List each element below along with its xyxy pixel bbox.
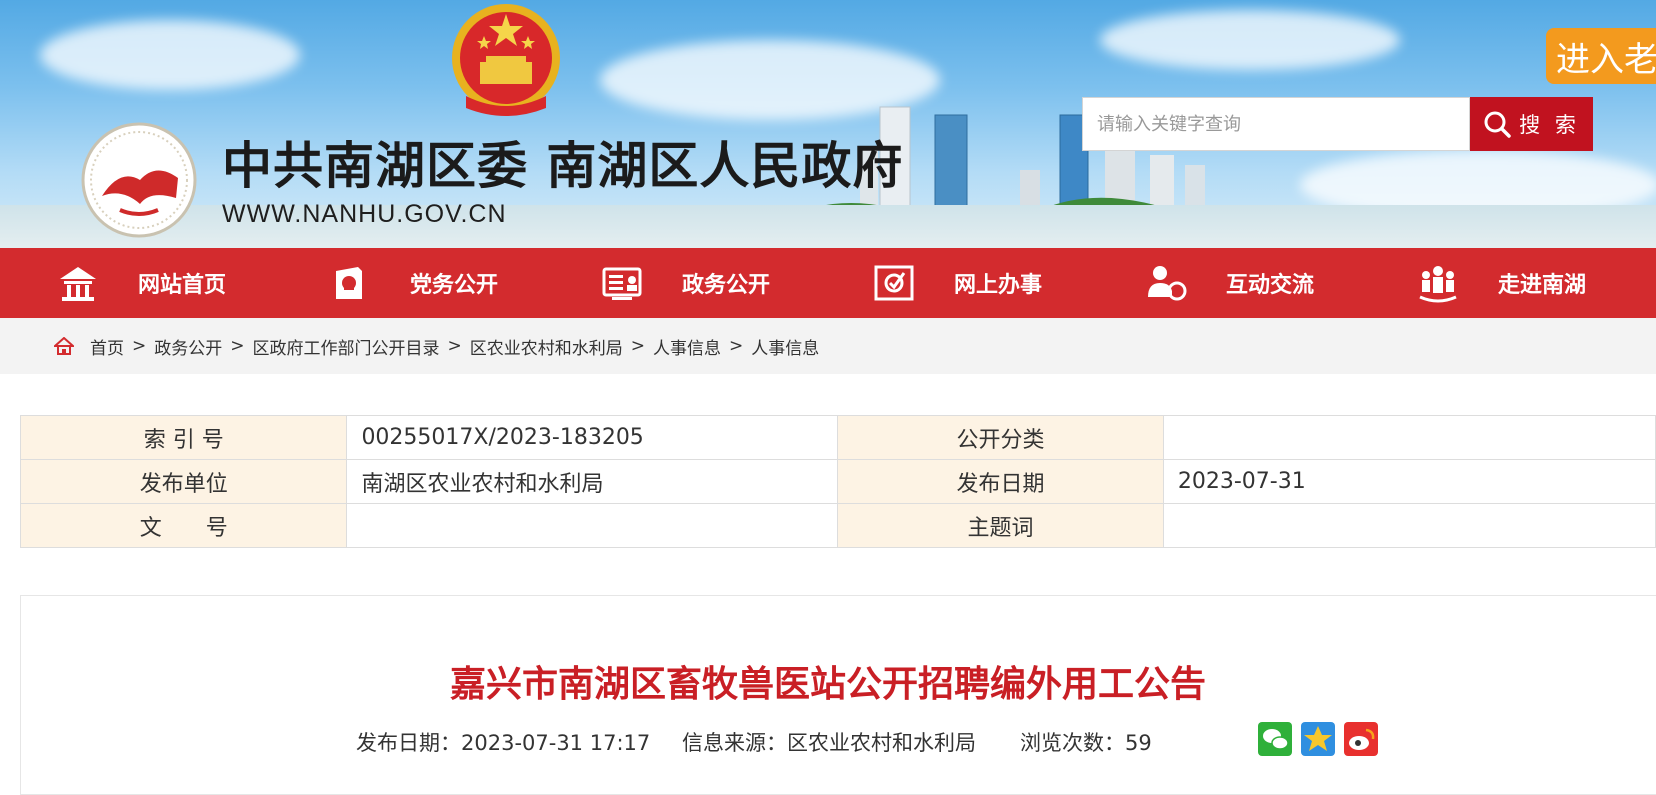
keywords-value bbox=[1162, 503, 1656, 548]
document-info-table: 索 引 号 00255017X/2023-183205 公开分类 发布单位 南湖… bbox=[19, 415, 1656, 548]
search-input[interactable] bbox=[1082, 97, 1470, 151]
nav-item-home[interactable]: 网站首页 bbox=[56, 248, 226, 318]
weibo-icon[interactable] bbox=[1344, 722, 1378, 756]
breadcrumb-link[interactable]: 首页 bbox=[90, 334, 124, 359]
breadcrumb-home-icon bbox=[54, 337, 74, 355]
publish-date-label: 发布日期 bbox=[837, 459, 1164, 504]
online-service-icon bbox=[874, 265, 914, 301]
publisher-label: 发布单位 bbox=[19, 459, 348, 504]
breadcrumb-link[interactable]: 人事信息 bbox=[751, 334, 819, 359]
breadcrumb-separator: > bbox=[132, 336, 147, 356]
wechat-icon[interactable] bbox=[1258, 722, 1292, 756]
article-title: 嘉兴市南湖区畜牧兽医站公开招聘编外用工公告 bbox=[449, 664, 1206, 705]
nav-item-party-affairs[interactable]: 党务公开 bbox=[328, 248, 498, 318]
nav-label: 网站首页 bbox=[138, 273, 227, 298]
search-button-label: 搜 索 bbox=[1519, 113, 1580, 137]
breadcrumb-separator: > bbox=[729, 336, 744, 356]
search-icon bbox=[1484, 111, 1511, 138]
nav-item-online-service[interactable]: 网上办事 bbox=[872, 248, 1042, 318]
table-row: 索 引 号 00255017X/2023-183205 公开分类 bbox=[19, 415, 1656, 460]
category-label: 公开分类 bbox=[837, 415, 1164, 460]
government-affairs-icon bbox=[602, 267, 642, 300]
header-banner: 中共南湖区委 南湖区人民政府 WWW.NANHU.GOV.CN 搜 索 进入老 bbox=[0, 0, 1656, 248]
keywords-label: 主题词 bbox=[837, 503, 1164, 548]
site-url: WWW.NANHU.GOV.CN bbox=[222, 200, 507, 228]
site-title: 中共南湖区委 南湖区人民政府 bbox=[222, 137, 904, 195]
breadcrumb-separator: > bbox=[630, 336, 645, 356]
nav-label: 党务公开 bbox=[410, 273, 499, 298]
breadcrumb-separator: > bbox=[230, 336, 245, 356]
interaction-icon bbox=[1148, 266, 1187, 301]
nav-item-interaction[interactable]: 互动交流 bbox=[1144, 248, 1314, 318]
breadcrumb-link[interactable]: 政务公开 bbox=[154, 334, 222, 359]
nanhu-district-logo bbox=[81, 122, 197, 238]
document-number-value bbox=[346, 503, 839, 548]
people-icon bbox=[1419, 266, 1457, 303]
nav-label: 互动交流 bbox=[1226, 273, 1315, 298]
nav-label: 走进南湖 bbox=[1498, 273, 1587, 298]
nav-label: 网上办事 bbox=[954, 273, 1043, 298]
nav-item-government-affairs[interactable]: 政务公开 bbox=[600, 248, 770, 318]
publish-date-value: 2023-07-31 bbox=[1162, 459, 1656, 504]
cloud-decoration bbox=[1100, 10, 1400, 70]
publisher-value: 南湖区农业农村和水利局 bbox=[346, 459, 839, 504]
table-row: 文 号 主题词 bbox=[19, 503, 1656, 548]
document-number-label: 文 号 bbox=[19, 503, 348, 548]
favorite-star-icon[interactable] bbox=[1301, 722, 1335, 756]
breadcrumb-link[interactable]: 区政府工作部门公开目录 bbox=[253, 334, 440, 359]
category-value bbox=[1162, 415, 1656, 460]
home-icon bbox=[60, 267, 96, 301]
elder-mode-button[interactable]: 进入老 bbox=[1546, 28, 1656, 84]
table-row: 发布单位 南湖区农业农村和水利局 发布日期 2023-07-31 bbox=[19, 459, 1656, 504]
breadcrumb-link[interactable]: 区农业农村和水利局 bbox=[470, 334, 623, 359]
nav-item-about-nanhu[interactable]: 走进南湖 bbox=[1416, 248, 1586, 318]
publish-date-meta: 发布日期：2023-07-31 17:17 bbox=[356, 731, 651, 755]
breadcrumb-link[interactable]: 人事信息 bbox=[653, 334, 721, 359]
national-emblem-icon bbox=[452, 4, 560, 116]
source-meta: 信息来源：区农业农村和水利局 bbox=[682, 731, 976, 755]
search-button[interactable]: 搜 索 bbox=[1470, 97, 1593, 151]
index-number-value: 00255017X/2023-183205 bbox=[346, 415, 839, 460]
cloud-decoration bbox=[40, 20, 300, 90]
party-affairs-icon bbox=[336, 267, 362, 299]
nav-label: 政务公开 bbox=[682, 273, 771, 298]
breadcrumb-separator: > bbox=[447, 336, 462, 356]
view-count-meta: 浏览次数：59 bbox=[1020, 731, 1152, 755]
main-nav: 网站首页 党务公开 政务公开 网上办事 互动交流 走进南湖 bbox=[0, 248, 1656, 318]
index-number-label: 索 引 号 bbox=[19, 415, 348, 460]
breadcrumb: 首页 > 政务公开 > 区政府工作部门公开目录 > 区农业农村和水利局 > 人事… bbox=[0, 318, 1656, 374]
